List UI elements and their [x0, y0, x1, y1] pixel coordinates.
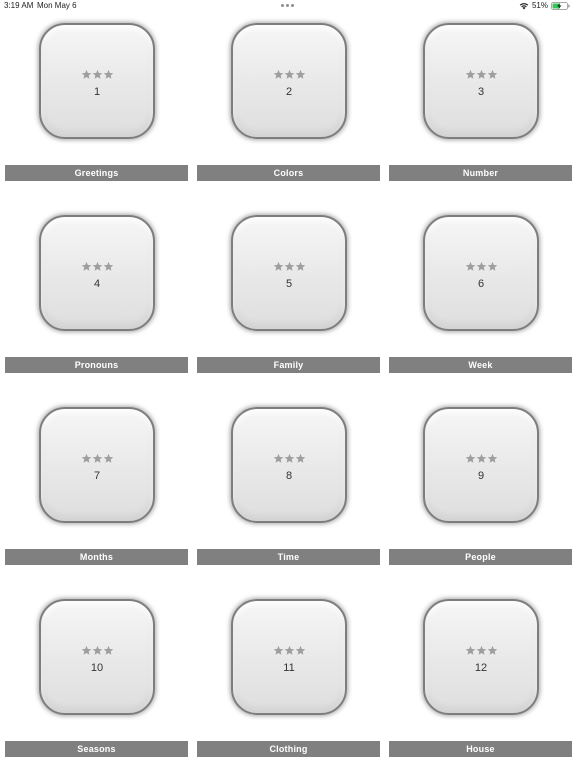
- category-number: 3: [477, 86, 485, 98]
- category-cell: 12 House: [384, 576, 576, 768]
- star-rating: [233, 453, 345, 464]
- category-label[interactable]: Clothing: [197, 741, 380, 757]
- category-cell: 6 Week: [384, 192, 576, 384]
- category-number: 6: [477, 278, 485, 290]
- star-icon: [273, 261, 283, 271]
- star-icon: [103, 261, 113, 271]
- category-label[interactable]: House: [389, 741, 572, 757]
- category-cell: 8 Time: [192, 384, 384, 576]
- category-cell: 2 Colors: [192, 0, 384, 192]
- category-number: 10: [90, 662, 104, 674]
- category-number: 8: [285, 470, 293, 482]
- category-label[interactable]: Number: [389, 165, 572, 181]
- star-icon: [487, 453, 497, 463]
- category-cell: 10 Seasons: [0, 576, 192, 768]
- category-cell: 9 People: [384, 384, 576, 576]
- star-icon: [487, 261, 497, 271]
- star-icon: [81, 69, 91, 79]
- star-icon: [476, 69, 486, 79]
- star-icon: [487, 645, 497, 655]
- category-cell: 1 Greetings: [0, 0, 192, 192]
- star-icon: [295, 645, 305, 655]
- star-icon: [92, 261, 102, 271]
- star-rating: [41, 645, 153, 656]
- star-icon: [284, 645, 294, 655]
- star-icon: [284, 261, 294, 271]
- star-icon: [92, 453, 102, 463]
- star-rating: [425, 261, 537, 272]
- category-label[interactable]: Greetings: [5, 165, 188, 181]
- category-label[interactable]: Colors: [197, 165, 380, 181]
- category-number: 2: [285, 86, 293, 98]
- category-cell: 7 Months: [0, 384, 192, 576]
- star-icon: [273, 69, 283, 79]
- star-rating: [425, 69, 537, 80]
- category-number: 5: [285, 278, 293, 290]
- star-icon: [465, 69, 475, 79]
- category-tile-button[interactable]: 2: [231, 23, 347, 139]
- star-icon: [284, 453, 294, 463]
- category-number: 9: [477, 470, 485, 482]
- category-cell: 3 Number: [384, 0, 576, 192]
- category-label[interactable]: Seasons: [5, 741, 188, 757]
- category-label[interactable]: Week: [389, 357, 572, 373]
- category-cell: 4 Pronouns: [0, 192, 192, 384]
- category-tile-button[interactable]: 6: [423, 215, 539, 331]
- star-icon: [295, 69, 305, 79]
- star-icon: [465, 453, 475, 463]
- category-tile-button[interactable]: 11: [231, 599, 347, 715]
- star-icon: [295, 261, 305, 271]
- star-rating: [233, 69, 345, 80]
- star-rating: [233, 261, 345, 272]
- category-label[interactable]: Months: [5, 549, 188, 565]
- category-tile-button[interactable]: 4: [39, 215, 155, 331]
- category-tile-button[interactable]: 3: [423, 23, 539, 139]
- category-grid: 1 Greetings 2 Colors 3 Number 4 Pronouns 5 Family…: [0, 0, 576, 768]
- star-icon: [92, 69, 102, 79]
- star-icon: [465, 261, 475, 271]
- star-rating: [41, 69, 153, 80]
- star-icon: [487, 69, 497, 79]
- star-icon: [81, 261, 91, 271]
- star-rating: [41, 261, 153, 272]
- star-icon: [295, 453, 305, 463]
- category-tile-button[interactable]: 10: [39, 599, 155, 715]
- category-number: 4: [93, 278, 101, 290]
- star-icon: [476, 453, 486, 463]
- star-icon: [273, 453, 283, 463]
- category-label[interactable]: Family: [197, 357, 380, 373]
- category-label[interactable]: People: [389, 549, 572, 565]
- category-number: 11: [283, 662, 295, 674]
- star-icon: [476, 261, 486, 271]
- star-icon: [103, 453, 113, 463]
- category-tile-button[interactable]: 7: [39, 407, 155, 523]
- category-label[interactable]: Time: [197, 549, 380, 565]
- category-tile-button[interactable]: 5: [231, 215, 347, 331]
- star-icon: [81, 453, 91, 463]
- star-rating: [425, 645, 537, 656]
- category-label[interactable]: Pronouns: [5, 357, 188, 373]
- star-icon: [284, 69, 294, 79]
- star-icon: [103, 645, 113, 655]
- star-rating: [425, 453, 537, 464]
- category-tile-button[interactable]: 12: [423, 599, 539, 715]
- star-icon: [476, 645, 486, 655]
- category-cell: 11 Clothing: [192, 576, 384, 768]
- category-number: 1: [93, 86, 101, 98]
- star-icon: [273, 645, 283, 655]
- category-tile-button[interactable]: 8: [231, 407, 347, 523]
- star-rating: [233, 645, 345, 656]
- star-icon: [81, 645, 91, 655]
- category-tile-button[interactable]: 1: [39, 23, 155, 139]
- category-number: 12: [474, 662, 488, 674]
- star-icon: [465, 645, 475, 655]
- star-icon: [103, 69, 113, 79]
- star-icon: [92, 645, 102, 655]
- category-cell: 5 Family: [192, 192, 384, 384]
- category-tile-button[interactable]: 9: [423, 407, 539, 523]
- star-rating: [41, 453, 153, 464]
- category-number: 7: [93, 470, 101, 482]
